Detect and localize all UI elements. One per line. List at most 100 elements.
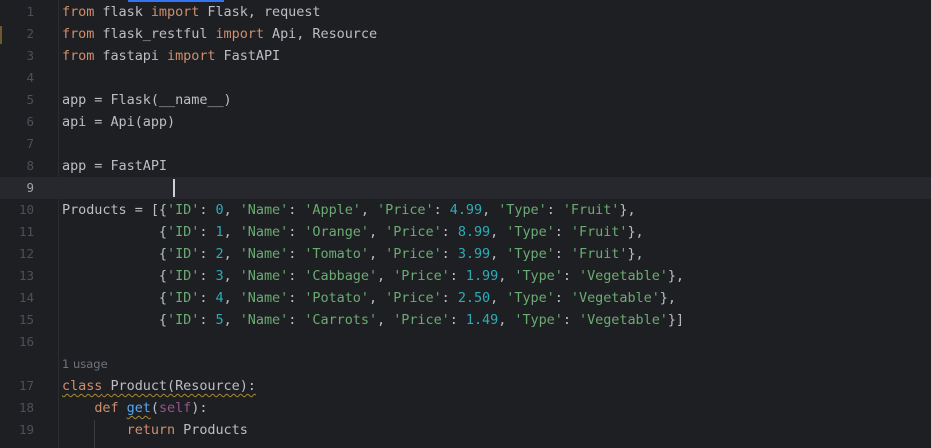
code-text[interactable]: return Products <box>62 419 248 441</box>
code-line[interactable]: 6 api = Api(app) <box>0 111 931 133</box>
code-token: 'Name' <box>239 246 289 262</box>
code-token: , <box>490 290 507 306</box>
code-token: : <box>554 290 571 306</box>
code-text[interactable]: from flask import Flask, request <box>62 1 321 23</box>
code-text[interactable]: Products = [{'ID': 0, 'Name': 'Apple', '… <box>62 199 636 221</box>
usage-inlay-hint[interactable]: 1 usage <box>62 354 108 374</box>
code-token: 'Potato' <box>304 290 369 306</box>
code-token: }, <box>667 268 685 284</box>
code-text[interactable]: class Product(Resource): <box>62 375 256 397</box>
code-token: { <box>62 224 168 240</box>
line-number: 1 <box>26 4 34 19</box>
code-token: 'Fruit' <box>570 246 628 262</box>
code-line[interactable]: 9 <box>0 177 931 199</box>
code-token: get <box>126 400 151 416</box>
line-number: 4 <box>26 70 34 85</box>
code-token: 'ID' <box>167 202 200 218</box>
code-editor[interactable]: 1 from flask import Flask, request 2 from f… <box>0 0 931 448</box>
code-text[interactable]: api = Api(app) <box>62 111 175 133</box>
code-text[interactable]: {'ID': 1, 'Name': 'Orange', 'Price': 8.9… <box>62 221 644 243</box>
code-line[interactable]: 16 <box>0 331 931 353</box>
code-token: from <box>62 26 95 42</box>
code-token: 'Tomato' <box>304 246 369 262</box>
code-line[interactable]: 14 {'ID': 4, 'Name': 'Potato', 'Price': … <box>0 287 931 309</box>
code-token: self <box>158 400 192 416</box>
code-line[interactable]: 5 app = Flask(__name__) <box>0 89 931 111</box>
code-token: , <box>498 312 515 328</box>
code-token: 1.49 <box>465 312 499 328</box>
code-line[interactable]: 12 {'ID': 2, 'Name': 'Tomato', 'Price': … <box>0 243 931 265</box>
code-token: 'Name' <box>239 224 289 240</box>
code-line[interactable]: 2 from flask_restful import Api, Resource <box>0 23 931 45</box>
code-line[interactable]: 10 Products = [{'ID': 0, 'Name': 'Apple',… <box>0 199 931 221</box>
code-token: : <box>441 246 458 262</box>
code-line[interactable]: 8 app = FastAPI <box>0 155 931 177</box>
code-line[interactable]: 1 from flask import Flask, request <box>0 1 931 23</box>
code-token: : <box>288 312 305 328</box>
code-token: : <box>288 202 305 218</box>
code-line[interactable]: 13 {'ID': 3, 'Name': 'Cabbage', 'Price':… <box>0 265 931 287</box>
code-token: , <box>223 224 240 240</box>
code-token: def <box>94 400 119 416</box>
code-token: 4 <box>215 290 224 306</box>
code-line[interactable]: 3 from fastapi import FastAPI <box>0 45 931 67</box>
code-line[interactable]: 7 <box>0 133 931 155</box>
line-number: 6 <box>26 114 34 129</box>
code-text[interactable]: {'ID': 5, 'Name': 'Carrots', 'Price': 1.… <box>62 309 684 331</box>
line-number: 2 <box>26 26 34 41</box>
code-token: 'Price' <box>385 246 442 262</box>
code-token: , <box>223 312 240 328</box>
code-token: 'ID' <box>167 246 200 262</box>
code-text[interactable]: from fastapi import FastAPI <box>62 45 280 67</box>
code-line[interactable]: 17 class Product(Resource): <box>0 375 931 397</box>
text-caret <box>173 179 175 197</box>
code-token: class <box>62 378 103 394</box>
code-text[interactable]: app = FastAPI <box>62 155 167 177</box>
line-number: 14 <box>18 290 34 305</box>
code-line[interactable]: 19 return Products <box>0 419 931 441</box>
code-text[interactable]: app = Flask(__name__) <box>62 89 232 111</box>
code-token: flask <box>94 4 151 20</box>
code-token: 'Name' <box>239 312 289 328</box>
code-text[interactable]: def get(self): <box>62 397 207 419</box>
code-text[interactable]: {'ID': 2, 'Name': 'Tomato', 'Price': 3.9… <box>62 243 644 265</box>
code-token: 'Price' <box>385 224 442 240</box>
line-number: 9 <box>26 180 34 195</box>
code-token: 1.99 <box>465 268 499 284</box>
line-number: 3 <box>26 48 34 63</box>
code-token: , <box>360 202 378 218</box>
line-number: 10 <box>18 202 34 217</box>
code-token: : <box>199 290 216 306</box>
code-line[interactable]: 4 <box>0 67 931 89</box>
code-text[interactable]: {'ID': 3, 'Name': 'Cabbage', 'Price': 1.… <box>62 265 684 287</box>
code-token: , <box>377 312 394 328</box>
code-token: , <box>223 246 240 262</box>
code-token: return <box>126 422 176 438</box>
code-token: , <box>498 268 515 284</box>
code-token: , <box>482 202 499 218</box>
code-token: { <box>62 268 168 284</box>
line-number: 12 <box>18 246 34 261</box>
code-token: : <box>562 268 579 284</box>
code-token: , <box>223 268 240 284</box>
code-token: , <box>368 224 386 240</box>
code-token: 'Name' <box>239 202 289 218</box>
code-token: { <box>62 246 168 262</box>
code-token: 'Vegetable' <box>579 268 668 284</box>
code-text[interactable]: {'ID': 4, 'Name': 'Potato', 'Price': 2.5… <box>62 287 676 309</box>
code-line[interactable]: 11 {'ID': 1, 'Name': 'Orange', 'Price': … <box>0 221 931 243</box>
code-token: 'Type' <box>498 202 547 218</box>
code-token: api = Api(app) <box>62 114 176 130</box>
code-text[interactable]: from flask_restful import Api, Resource <box>62 23 377 45</box>
code-token: : <box>554 224 571 240</box>
code-token: fastapi <box>94 48 168 64</box>
code-line[interactable]: 15 {'ID': 5, 'Name': 'Carrots', 'Price':… <box>0 309 931 331</box>
code-token: , <box>223 290 240 306</box>
code-token: from <box>62 48 95 64</box>
code-line[interactable]: 18 def get(self): <box>0 397 931 419</box>
code-token: Products <box>175 422 248 438</box>
code-token: 'Carrots' <box>304 312 378 328</box>
code-token: : <box>441 290 458 306</box>
code-token: : <box>554 246 571 262</box>
